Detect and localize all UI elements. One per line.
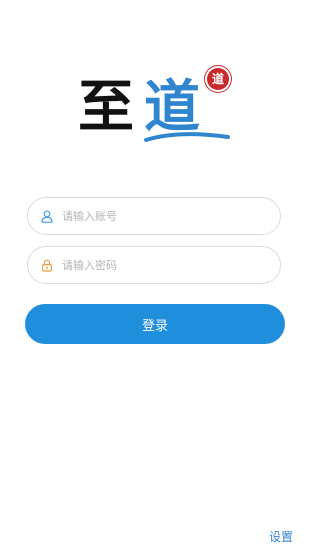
logo-character-dao: 道	[144, 74, 200, 140]
logo-character-zhi: 至	[78, 74, 134, 140]
lock-icon	[40, 258, 54, 272]
user-icon	[40, 209, 54, 223]
account-field[interactable]	[27, 197, 281, 235]
password-field[interactable]	[27, 246, 281, 284]
password-input[interactable]	[62, 255, 266, 275]
logo-seal: 道	[205, 66, 231, 92]
login-button[interactable]: 登录	[25, 304, 285, 344]
account-input[interactable]	[62, 206, 266, 226]
app-logo: 至 道 道	[78, 64, 238, 148]
logo-seal-text: 道	[211, 72, 224, 86]
settings-link[interactable]: 设置	[269, 528, 293, 545]
